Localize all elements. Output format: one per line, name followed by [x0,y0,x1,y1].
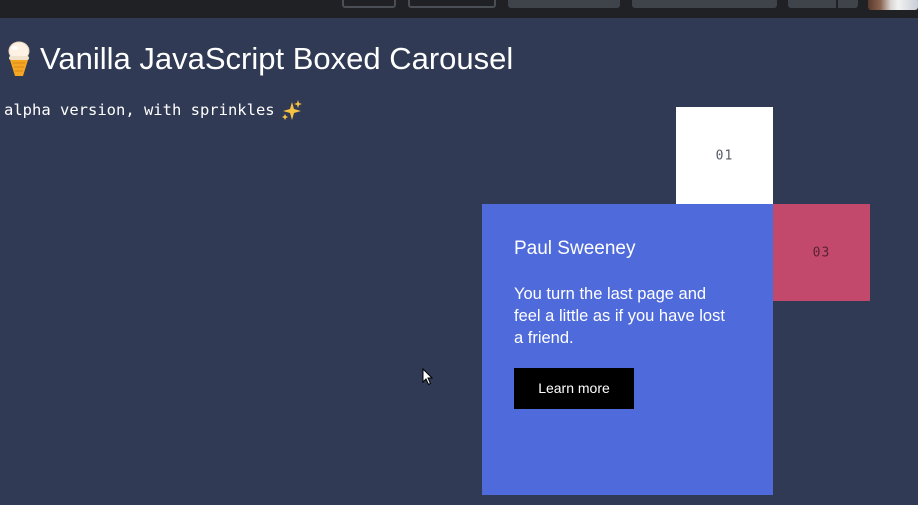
card-author-name: Paul Sweeney [514,238,636,259]
avatar[interactable] [868,0,918,10]
box-number: 03 [812,245,831,260]
toolbar-button[interactable] [508,0,620,8]
carousel-box-01[interactable]: 01 [676,107,773,204]
carousel-active-card: Paul Sweeney You turn the last page and … [482,204,773,495]
toolbar-button[interactable] [632,0,777,8]
toolbar-button[interactable] [408,0,496,8]
page-title: Vanilla JavaScript Boxed Carousel [6,40,513,78]
page-title-text: Vanilla JavaScript Boxed Carousel [40,41,514,76]
toolbar-split-button[interactable] [788,0,858,8]
card-quote: You turn the last page and feel a little… [514,285,725,347]
ice-cream-icon [8,41,30,76]
box-number: 01 [715,148,734,163]
carousel-box-03[interactable]: 03 [773,204,870,301]
mouse-cursor-icon [422,368,434,386]
subtitle: alpha version, with sprinkles [4,99,303,121]
editor-toolbar [0,0,918,18]
sparkles-icon [281,100,302,120]
learn-more-button[interactable]: Learn more [514,368,634,409]
subtitle-text: alpha version, with sprinkles [4,101,275,119]
toolbar-button[interactable] [342,0,396,8]
